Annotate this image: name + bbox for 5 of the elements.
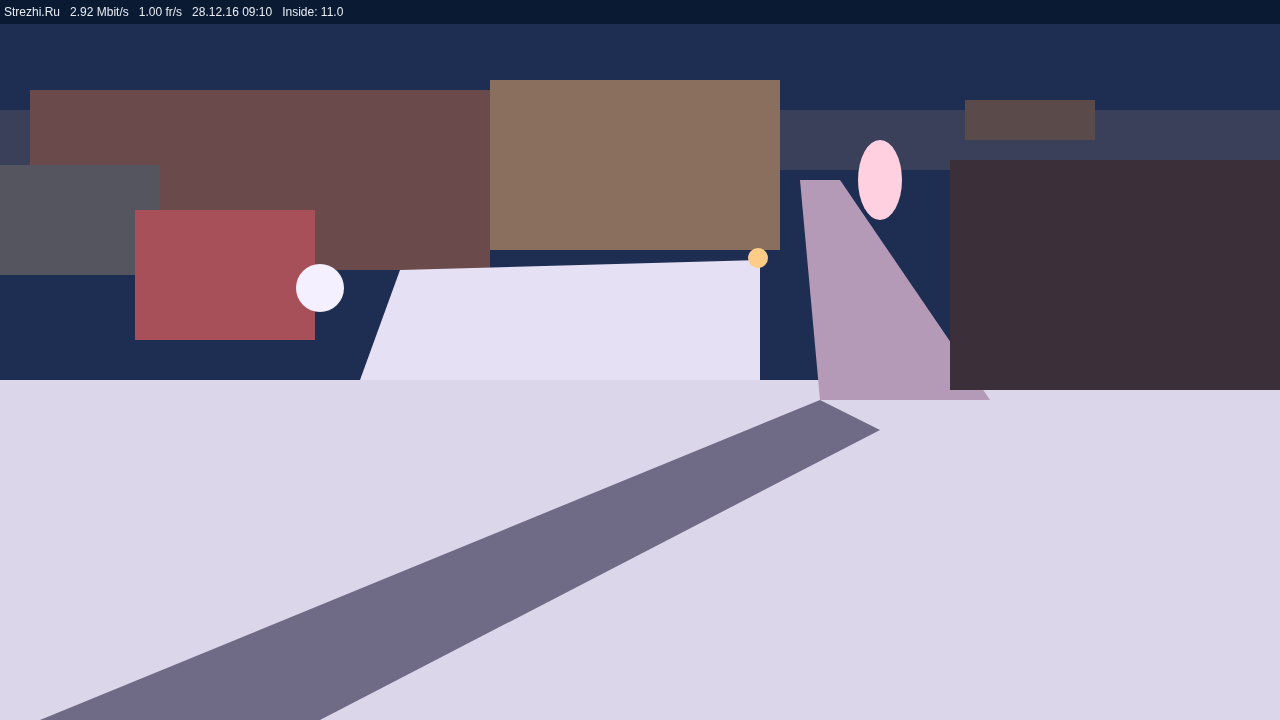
framerate-text: 1.00 fr/s — [138, 5, 183, 19]
date-time: 28.12.16 09:10 — [192, 5, 273, 19]
sensor-reading: Inside: 11.0 — [282, 5, 344, 19]
bitrate-text: 2.92 Mbit/s — [70, 5, 129, 19]
site-name: Strezhi.Ru — [4, 5, 61, 19]
